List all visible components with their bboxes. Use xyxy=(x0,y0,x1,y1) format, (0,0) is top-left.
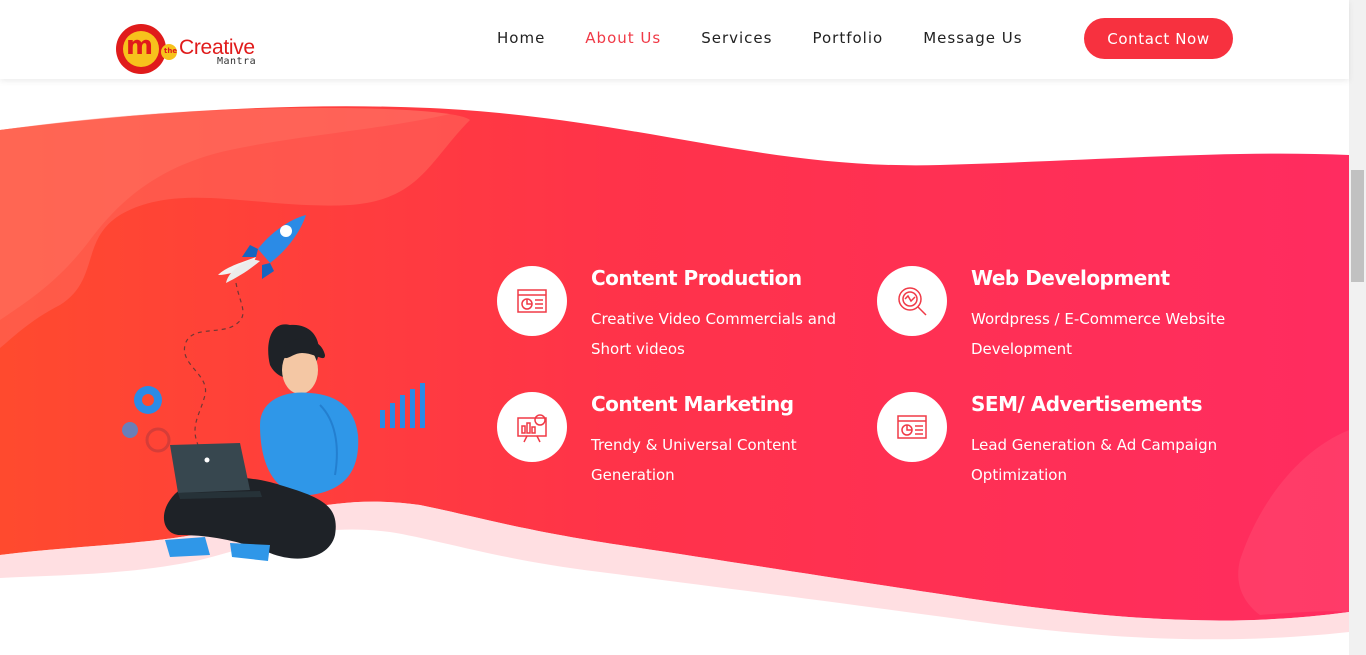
ad-report-icon xyxy=(877,392,947,462)
logo-letter: m xyxy=(126,31,154,61)
service-content-production: Content Production Creative Video Commer… xyxy=(497,266,857,376)
logo-subword: Mantra xyxy=(217,56,257,67)
nav-home[interactable]: Home xyxy=(497,29,545,47)
web-search-icon xyxy=(877,266,947,336)
logo-small-text: the xyxy=(164,47,178,55)
scrollbar-thumb[interactable] xyxy=(1351,170,1364,282)
service-sem-advertisements: SEM/ Advertisements Lead Generation & Ad… xyxy=(877,392,1237,502)
nav-portfolio[interactable]: Portfolio xyxy=(812,29,883,47)
nav-about-us[interactable]: About Us xyxy=(585,29,661,47)
contact-now-button[interactable]: Contact Now xyxy=(1084,18,1233,59)
page: Content Production Creative Video Commer… xyxy=(0,0,1366,655)
developer-illustration xyxy=(122,215,425,561)
service-web-development: Web Development Wordpress / E-Commerce W… xyxy=(877,266,1237,376)
service-description: Trendy & Universal Content Generation xyxy=(591,436,797,484)
gear-icon xyxy=(122,386,171,453)
main-nav: Home About Us Services Portfolio Message… xyxy=(497,29,1063,47)
site-header: m the Creative Mantra Home About Us Serv… xyxy=(0,0,1349,79)
analytics-board-icon xyxy=(497,392,567,462)
service-description: Wordpress / E-Commerce Website Developme… xyxy=(971,310,1226,358)
service-title: SEM/ Advertisements xyxy=(971,392,1203,416)
service-title: Content Marketing xyxy=(591,392,794,416)
brand-logo[interactable]: m the Creative Mantra xyxy=(116,22,266,78)
service-description: Lead Generation & Ad Campaign Optimizati… xyxy=(971,436,1218,484)
rocket-icon xyxy=(218,215,306,283)
service-description: Creative Video Commercials and Short vid… xyxy=(591,310,836,358)
bar-chart-icon xyxy=(380,383,425,428)
nav-services[interactable]: Services xyxy=(701,29,772,47)
page-scrollbar[interactable] xyxy=(1349,0,1366,655)
service-content-marketing: Content Marketing Trendy & Universal Con… xyxy=(497,392,857,502)
nav-message-us[interactable]: Message Us xyxy=(923,29,1022,47)
service-title: Content Production xyxy=(591,266,802,290)
presentation-chart-icon xyxy=(497,266,567,336)
person-figure xyxy=(163,324,359,561)
service-title: Web Development xyxy=(971,266,1170,290)
